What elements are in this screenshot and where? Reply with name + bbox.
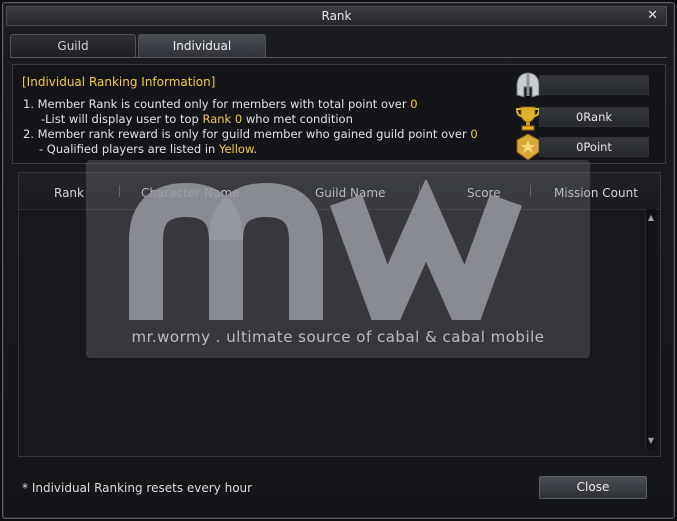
- close-icon[interactable]: ✕: [647, 8, 658, 24]
- table-scrollbar[interactable]: ▲ ▼: [645, 209, 656, 450]
- tab-individual[interactable]: Individual: [138, 34, 266, 58]
- tab-bar: Guild Individual: [10, 34, 668, 58]
- point-stat-box: 0Point: [539, 137, 649, 157]
- info-line-4: - Qualified players are listed in Yellow…: [39, 142, 257, 156]
- watermark-logo: mw: [126, 180, 522, 320]
- close-button[interactable]: Close: [539, 476, 647, 499]
- column-rank[interactable]: Rank: [54, 186, 84, 200]
- rank-stat-box: 0Rank: [539, 107, 649, 127]
- scroll-down-icon[interactable]: ▼: [646, 436, 656, 446]
- watermark: mw mr.wormy . ultimate source of cabal &…: [86, 160, 590, 358]
- reset-note: * Individual Ranking resets every hour: [22, 481, 253, 495]
- watermark-caption: mr.wormy . ultimate source of cabal & ca…: [131, 328, 545, 346]
- watermark-logo-text: mw: [126, 180, 155, 184]
- info-line-1: 1. Member Rank is counted only for membe…: [23, 97, 418, 111]
- info-line-2: -List will display user to top Rank 0 wh…: [41, 112, 353, 126]
- name-stat-box: [539, 75, 649, 95]
- info-line-3: 2. Member rank reward is only for guild …: [23, 127, 478, 141]
- tab-divider: [10, 57, 667, 58]
- tab-guild[interactable]: Guild: [10, 34, 136, 58]
- scroll-up-icon[interactable]: ▲: [646, 213, 656, 223]
- title-bar[interactable]: Rank ✕: [6, 6, 667, 26]
- ranking-info-panel: [Individual Ranking Information] 1. Memb…: [12, 64, 666, 164]
- info-heading: [Individual Ranking Information]: [22, 75, 216, 89]
- window-title: Rank: [321, 9, 352, 23]
